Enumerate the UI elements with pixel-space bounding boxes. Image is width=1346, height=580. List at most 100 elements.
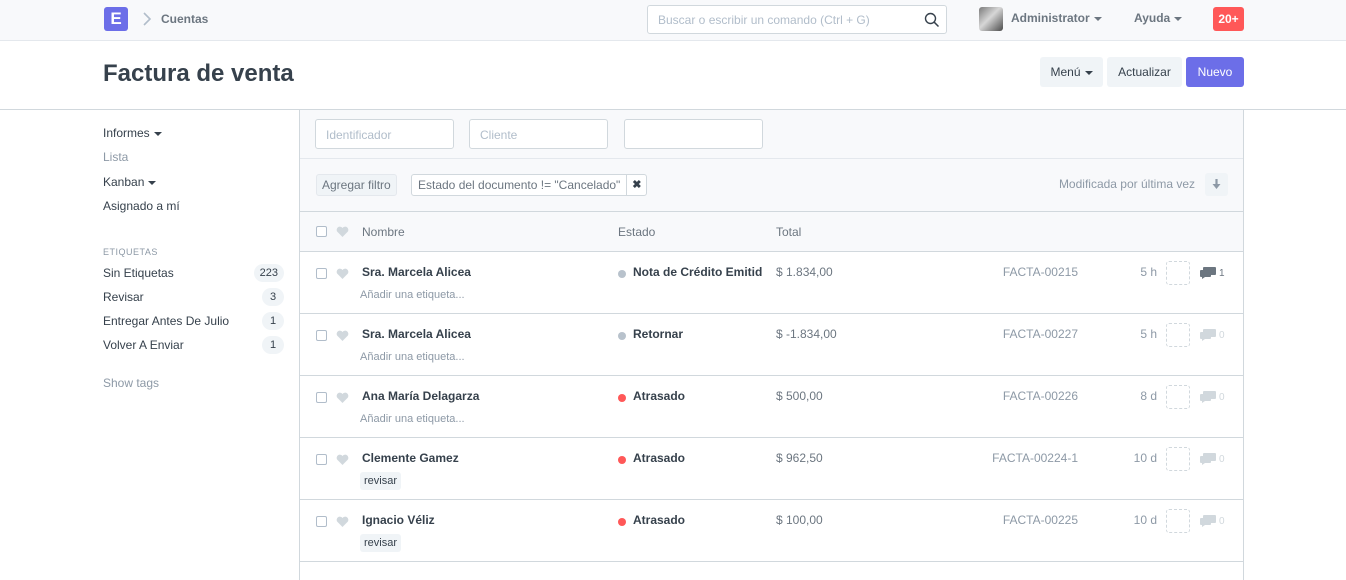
customer-placeholder: Cliente [480,128,518,142]
row-name-link[interactable]: Sra. Marcela Alicea [362,327,471,341]
status-dot [618,394,626,402]
assign-avatar-placeholder[interactable] [1166,509,1190,533]
assign-avatar-placeholder[interactable] [1166,385,1190,409]
heart-icon[interactable] [336,454,349,466]
sidebar-tag[interactable]: Revisar 3 [103,288,284,306]
row-checkbox[interactable] [316,330,327,341]
identifier-placeholder: Identificador [326,128,392,142]
status-indicator[interactable]: Atrasado [633,513,762,527]
standard-filters: Identificador Cliente [300,110,1243,159]
row-reference: FACTA-00227 [1002,327,1078,341]
status-indicator[interactable]: Atrasado [633,389,762,403]
row-tag[interactable]: revisar [360,472,402,490]
add-tag-link[interactable]: Añadir una etiqueta... [360,289,465,301]
sidebar-tag[interactable]: Entregar Antes De Julio 1 [103,312,284,330]
chevron-right-icon [143,12,152,26]
sidebar-item-label: Kanban [103,175,145,189]
tag-label: Volver A Enviar [103,338,184,352]
new-button[interactable]: Nuevo [1186,57,1244,87]
sort-order-button[interactable] [1205,173,1228,196]
status-dot [618,332,626,340]
select-all-checkbox[interactable] [316,226,327,237]
row-total: $ -1.834,00 [776,327,837,341]
comment-count: 0 [1219,516,1225,527]
navbar: E Cuentas Buscar o escribir un comando (… [0,0,1346,41]
identifier-filter-input[interactable]: Identificador [315,119,454,149]
heart-icon[interactable] [336,516,349,528]
row-tag[interactable]: revisar [360,534,402,552]
row-reference: FACTA-00224-1 [992,451,1078,465]
comment-icon[interactable] [1200,515,1216,527]
add-tag-link[interactable]: Añadir una etiqueta... [360,351,465,363]
status-dot [618,270,626,278]
comment-icon[interactable] [1200,267,1216,279]
active-filter-label: Estado del documento != "Cancelado" [418,178,621,192]
customer-filter-input[interactable]: Cliente [469,119,608,149]
add-filter-button[interactable]: Agregar filtro [316,174,397,196]
sort-selector[interactable]: Modificada por última vez [1059,177,1195,191]
comment-icon[interactable] [1200,329,1216,341]
row-modified-age: 5 h [1140,327,1157,341]
table-row[interactable]: Sra. Marcela Alicea Añadir una etiqueta..… [300,314,1243,376]
assign-avatar-placeholder[interactable] [1166,447,1190,471]
row-modified-age: 10 d [1133,513,1157,527]
row-modified-age: 5 h [1140,265,1157,279]
menu-button[interactable]: Menú [1040,57,1103,87]
caret-down-icon [1093,16,1102,21]
active-filter-pill[interactable]: Estado del documento != "Cancelado" ✖ [411,174,648,196]
comment-icon[interactable] [1200,391,1216,403]
tag-label: Sin Etiquetas [103,266,174,280]
column-header-total: Total [776,225,802,239]
sidebar-tag[interactable]: Sin Etiquetas 223 [103,264,284,282]
assign-avatar-placeholder[interactable] [1166,261,1190,285]
arrow-down-icon [1212,179,1221,189]
tags-heading: ETIQUETAS [103,247,158,257]
row-checkbox[interactable] [316,268,327,279]
notifications-badge[interactable]: 20+ [1213,7,1244,31]
tag-count: 223 [253,264,284,282]
help-menu[interactable]: Ayuda [1134,11,1183,25]
search-input[interactable]: Buscar o escribir un comando (Ctrl + G) [647,5,947,34]
table-row[interactable]: Sra. Marcela Alicea Añadir una etiqueta..… [300,252,1243,314]
heart-icon[interactable] [336,268,349,280]
search-icon [924,12,940,28]
row-reference: FACTA-00226 [1002,389,1078,403]
row-checkbox[interactable] [316,392,327,403]
row-checkbox[interactable] [316,454,327,465]
row-total: $ 1.834,00 [776,265,833,279]
refresh-button[interactable]: Actualizar [1107,57,1182,87]
status-indicator[interactable]: Retornar [633,327,762,341]
row-name-link[interactable]: Ignacio Véliz [362,513,435,527]
table-row[interactable]: Ana María Delagarza Añadir una etiqueta..… [300,376,1243,438]
search-placeholder: Buscar o escribir un comando (Ctrl + G) [658,13,870,27]
assign-avatar-placeholder[interactable] [1166,323,1190,347]
comment-count: 0 [1219,392,1225,403]
avatar[interactable] [979,7,1003,31]
tag-count: 1 [262,312,284,330]
row-modified-age: 8 d [1140,389,1157,403]
row-name-link[interactable]: Clemente Gamez [362,451,459,465]
row-checkbox[interactable] [316,516,327,527]
sidebar-tag[interactable]: Volver A Enviar 1 [103,336,284,354]
sidebar-item-reports[interactable]: Informes [103,126,162,140]
add-tag-link[interactable]: Añadir una etiqueta... [360,413,465,425]
row-name-link[interactable]: Sra. Marcela Alicea [362,265,471,279]
breadcrumb[interactable]: Cuentas [161,12,208,26]
user-menu[interactable]: Administrator [1011,11,1102,25]
comment-icon[interactable] [1200,453,1216,465]
remove-filter-icon[interactable]: ✖ [626,175,646,195]
extra-filter-input[interactable] [624,119,763,149]
app-logo[interactable]: E [104,7,128,31]
table-row[interactable]: Clemente Gamez revisar Atrasado $ 962,50 FAC… [300,438,1243,500]
row-name-link[interactable]: Ana María Delagarza [362,389,479,403]
sidebar-item-assigned[interactable]: Asignado a mí [103,199,180,213]
status-indicator[interactable]: Atrasado [633,451,762,465]
table-row[interactable]: Ignacio Véliz revisar Atrasado $ 100,00 FACT… [300,500,1243,562]
heart-icon[interactable] [336,330,349,342]
heart-icon[interactable] [336,226,349,238]
sidebar-item-kanban[interactable]: Kanban [103,175,157,189]
status-indicator[interactable]: Nota de Crédito Emitida [633,265,762,279]
show-tags-link[interactable]: Show tags [103,376,159,390]
heart-icon[interactable] [336,392,349,404]
sidebar-item-list[interactable]: Lista [103,150,128,164]
